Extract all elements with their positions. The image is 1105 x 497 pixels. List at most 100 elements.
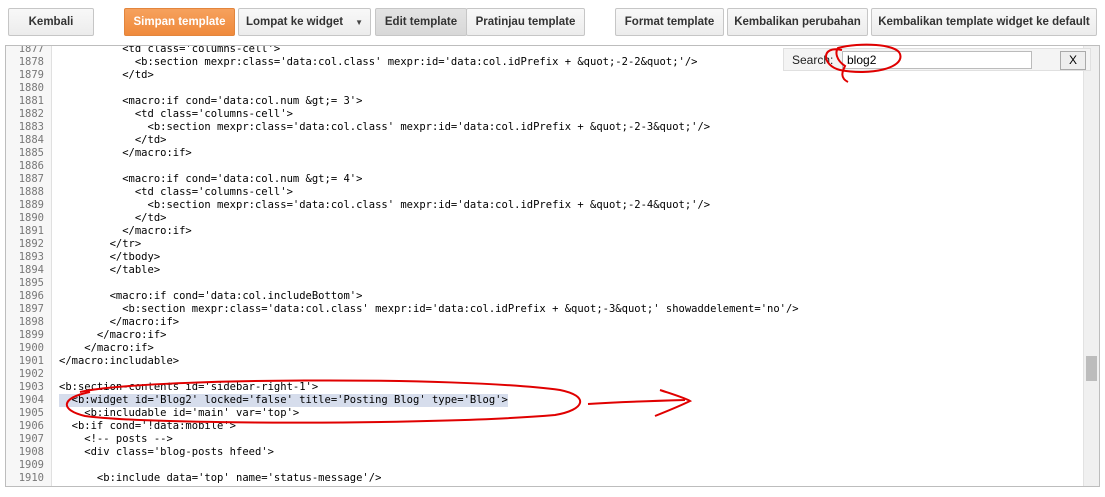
line-number: 1883 <box>18 121 44 133</box>
code-line: 1891 </macro:if> <box>6 225 1083 238</box>
search-panel: Search: X <box>783 48 1091 71</box>
code-text: <td class='columns-cell'> <box>59 186 293 198</box>
line-number: 1910 <box>18 472 44 484</box>
line-number: 1908 <box>18 446 44 458</box>
code-line: 1897 <b:section mexpr:class='data:col.cl… <box>6 303 1083 316</box>
line-number: 1894 <box>18 264 44 276</box>
line-number: 1902 <box>18 368 44 380</box>
code-text: <div class='blog-posts hfeed'> <box>59 446 274 458</box>
code-line: 1884 </td> <box>6 134 1083 147</box>
code-line: 1882 <td class='columns-cell'> <box>6 108 1083 121</box>
code-text: <td class='columns-cell'> <box>59 45 281 55</box>
code-text: </macro:if> <box>59 225 192 237</box>
code-text: <b:section mexpr:class='data:col.class' … <box>59 199 711 211</box>
vertical-scrollbar[interactable] <box>1083 46 1099 486</box>
line-number: 1887 <box>18 173 44 185</box>
code-text: <macro:if cond='data:col.includeBottom'> <box>59 290 363 302</box>
code-line: 1885 </macro:if> <box>6 147 1083 160</box>
code-text: </macro:if> <box>59 147 192 159</box>
edit-template-button[interactable]: Edit template <box>375 8 467 36</box>
code-text: <macro:if cond='data:col.num &gt;= 4'> <box>59 173 363 185</box>
code-line: 1898 </macro:if> <box>6 316 1083 329</box>
line-number: 1892 <box>18 238 44 250</box>
line-number: 1900 <box>18 342 44 354</box>
code-line: 1895 <box>6 277 1083 290</box>
code-line: 1906 <b:if cond='!data:mobile'> <box>6 420 1083 433</box>
line-number: 1891 <box>18 225 44 237</box>
code-text: <b:section mexpr:class='data:col.class' … <box>59 303 799 315</box>
code-text: <macro:if cond='data:col.num &gt;= 3'> <box>59 95 363 107</box>
code-text: <b:widget id='Blog2' locked='false' titl… <box>59 394 508 407</box>
code-line: 1910 <b:include data='top' name='status-… <box>6 472 1083 485</box>
jump-to-widget-dropdown[interactable]: Lompat ke widget ▼ <box>238 8 371 36</box>
line-number: 1906 <box>18 420 44 432</box>
chevron-down-icon: ▼ <box>355 17 364 27</box>
line-number: 1905 <box>18 407 44 419</box>
line-number: 1901 <box>18 355 44 367</box>
code-editor[interactable]: 1877 <td class='columns-cell'> 1878 <b:se… <box>5 45 1100 487</box>
code-text: </macro:if> <box>59 316 180 328</box>
line-number: 1899 <box>18 329 44 341</box>
format-template-button[interactable]: Format template <box>615 8 724 36</box>
code-line: 1908 <div class='blog-posts hfeed'> <box>6 446 1083 459</box>
code-text: </macro:includable> <box>59 355 180 367</box>
scrollbar-thumb[interactable] <box>1086 356 1097 381</box>
code-line: 1883 <b:section mexpr:class='data:col.cl… <box>6 121 1083 134</box>
revert-widget-default-button[interactable]: Kembalikan template widget ke default <box>871 8 1097 36</box>
code-line: 1886 <box>6 160 1083 173</box>
line-number: 1909 <box>18 459 44 471</box>
line-number: 1884 <box>18 134 44 146</box>
code-line: 1894 </table> <box>6 264 1083 277</box>
code-line: 1902 <box>6 368 1083 381</box>
code-line: 1889 <b:section mexpr:class='data:col.cl… <box>6 199 1083 212</box>
code-line: 1900 </macro:if> <box>6 342 1083 355</box>
line-number: 1881 <box>18 95 44 107</box>
line-number: 1890 <box>18 212 44 224</box>
line-number: 1898 <box>18 316 44 328</box>
line-number: 1877 <box>18 45 44 55</box>
line-number: 1896 <box>18 290 44 302</box>
preview-template-button[interactable]: Pratinjau template <box>466 8 585 36</box>
code-text: </td> <box>59 69 154 81</box>
code-text: </tr> <box>59 238 142 250</box>
code-line: 1896 <macro:if cond='data:col.includeBot… <box>6 290 1083 303</box>
line-number: 1897 <box>18 303 44 315</box>
code-line: 1907 <!-- posts --> <box>6 433 1083 446</box>
code-line: 1881 <macro:if cond='data:col.num &gt;= … <box>6 95 1083 108</box>
code-line: 1890 </td> <box>6 212 1083 225</box>
search-input[interactable] <box>842 51 1032 69</box>
line-number: 1903 <box>18 381 44 393</box>
code-text: <td class='columns-cell'> <box>59 108 293 120</box>
revert-changes-button[interactable]: Kembalikan perubahan <box>727 8 868 36</box>
code-text: <b:includable id='main' var='top'> <box>59 407 300 419</box>
save-template-button[interactable]: Simpan template <box>124 8 235 36</box>
back-button[interactable]: Kembali <box>8 8 94 36</box>
line-number: 1895 <box>18 277 44 289</box>
close-search-button[interactable]: X <box>1060 51 1086 70</box>
jump-to-widget-label: Lompat ke widget <box>245 16 344 28</box>
code-line: 1904 <b:widget id='Blog2' locked='false'… <box>6 394 1083 407</box>
code-text: </td> <box>59 212 167 224</box>
code-text: </tbody> <box>59 251 161 263</box>
code-line: 1905 <b:includable id='main' var='top'> <box>6 407 1083 420</box>
code-line: 1909 <box>6 459 1083 472</box>
code-line: 1892 </tr> <box>6 238 1083 251</box>
code-line: 1880 <box>6 82 1083 95</box>
code-line: 1903 <b:section-contents id='sidebar-righ… <box>6 381 1083 394</box>
code-line: 1893 </tbody> <box>6 251 1083 264</box>
code-text: <b:include data='top' name='status-messa… <box>59 472 382 484</box>
code-text: </table> <box>59 264 161 276</box>
line-number: 1880 <box>18 82 44 94</box>
line-number: 1882 <box>18 108 44 120</box>
line-number: 1888 <box>18 186 44 198</box>
line-number: 1885 <box>18 147 44 159</box>
code-line: 1901 </macro:includable> <box>6 355 1083 368</box>
code-text: <b:section mexpr:class='data:col.class' … <box>59 56 698 68</box>
code-text: </macro:if> <box>59 329 167 341</box>
search-label: Search: <box>792 53 834 67</box>
line-number: 1886 <box>18 160 44 172</box>
line-number: 1879 <box>18 69 44 81</box>
code-text: </td> <box>59 134 167 146</box>
line-number: 1889 <box>18 199 44 211</box>
code-line: 1887 <macro:if cond='data:col.num &gt;= … <box>6 173 1083 186</box>
